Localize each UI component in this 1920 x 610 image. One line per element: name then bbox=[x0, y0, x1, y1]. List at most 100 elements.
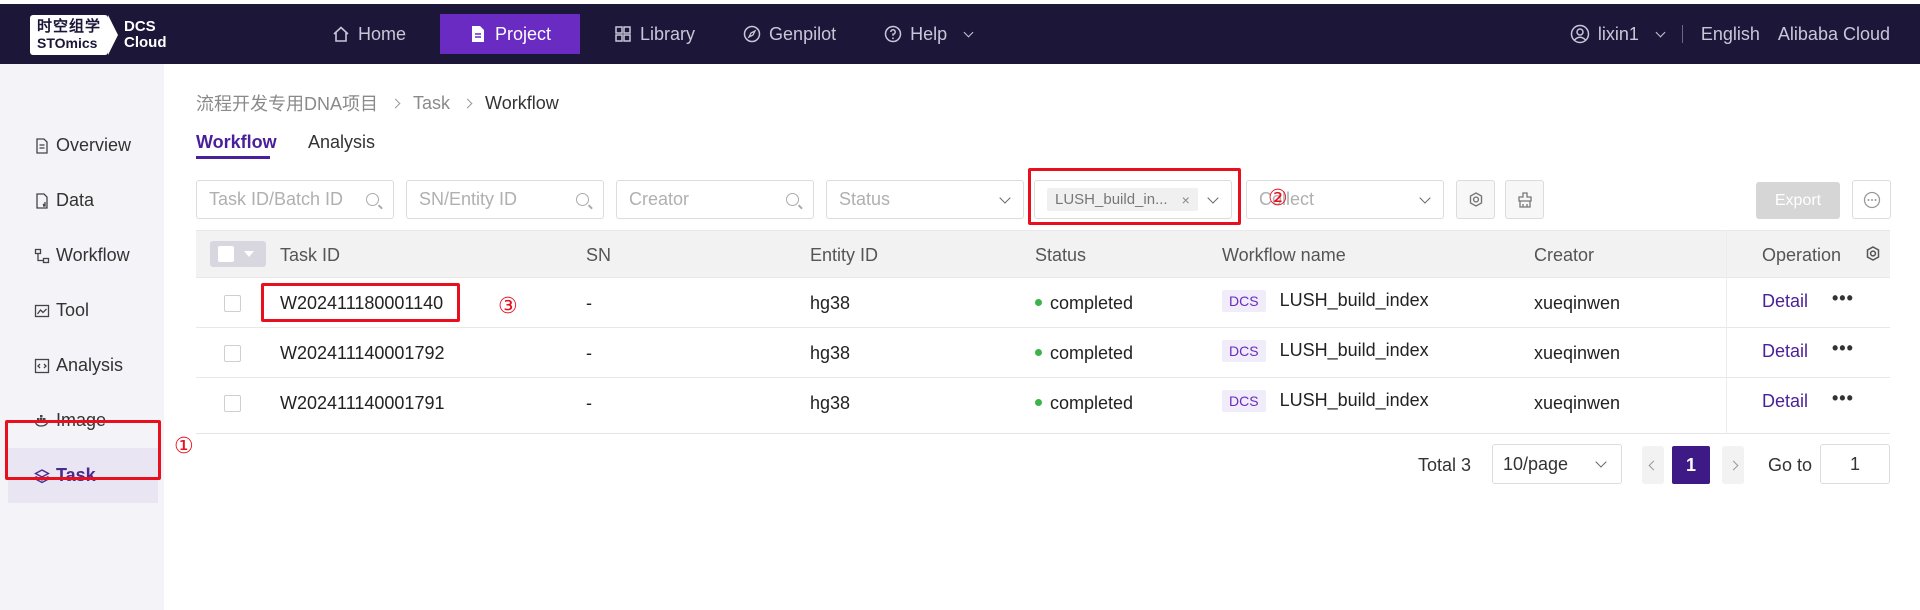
user-name: lixin1 bbox=[1597, 23, 1639, 44]
clear-filter-button[interactable] bbox=[1505, 180, 1544, 219]
sn-cell: - bbox=[586, 393, 592, 413]
user-menu[interactable]: lixin1 bbox=[1570, 23, 1666, 45]
task-id-cell[interactable]: W202411140001792 bbox=[280, 343, 444, 364]
logo-chevron-shape bbox=[108, 15, 119, 55]
detail-link[interactable]: Detail bbox=[1762, 341, 1808, 362]
table-header: Task ID SN Entity ID Status Workflow nam… bbox=[196, 230, 1890, 277]
sidebar-item-label: Workflow bbox=[56, 245, 130, 265]
chevron-right-icon bbox=[1728, 460, 1738, 470]
prev-page-button[interactable] bbox=[1642, 446, 1664, 484]
creator-cell: xueqinwen bbox=[1534, 393, 1621, 413]
row-checkbox[interactable] bbox=[224, 395, 241, 412]
status-dot-icon bbox=[1035, 399, 1042, 407]
logo-box: 时空组学 STOmics bbox=[30, 15, 109, 55]
status-select[interactable]: Status bbox=[826, 180, 1024, 219]
sidebar-item-workflow[interactable]: Workflow bbox=[8, 228, 158, 283]
sidebar-item-label: Overview bbox=[56, 135, 132, 155]
next-page-button[interactable] bbox=[1722, 446, 1744, 484]
task-table: Task ID SN Entity ID Status Workflow nam… bbox=[196, 230, 1890, 434]
logo[interactable]: 时空组学 STOmics DCS Cloud bbox=[30, 14, 167, 56]
sn-search-input[interactable]: SN/Entity ID bbox=[406, 180, 604, 219]
task-id-search-input[interactable]: Task ID/Batch ID bbox=[196, 180, 394, 219]
page-size-select[interactable]: 10/page bbox=[1492, 444, 1622, 484]
creator-cell: xueqinwen bbox=[1534, 343, 1621, 363]
tab-analysis[interactable]: Analysis bbox=[308, 132, 375, 153]
total-count: Total 3 bbox=[1418, 455, 1472, 475]
file-icon bbox=[36, 192, 48, 209]
more-actions-icon[interactable]: ••• bbox=[1832, 388, 1854, 409]
workflow-name-cell: DCS LUSH_build_index bbox=[1222, 390, 1429, 413]
goto-page-input[interactable]: 1 bbox=[1820, 444, 1890, 484]
row-checkbox[interactable] bbox=[224, 295, 241, 312]
workflow-icon bbox=[34, 248, 50, 263]
caret-down-icon bbox=[244, 251, 254, 257]
nav-home[interactable]: Home bbox=[318, 14, 420, 54]
nav-project[interactable]: Project bbox=[440, 14, 581, 54]
tab-workflow[interactable]: Workflow bbox=[196, 132, 277, 153]
header-entity-id: Entity ID bbox=[810, 245, 879, 265]
logo-product: DCS Cloud bbox=[124, 19, 167, 51]
detail-link[interactable]: Detail bbox=[1762, 291, 1808, 312]
dcs-badge: DCS bbox=[1222, 340, 1266, 363]
broom-icon bbox=[1517, 191, 1532, 208]
nav-library-label: Library bbox=[640, 23, 696, 44]
page-size-value: 10/page bbox=[1503, 453, 1569, 474]
annotation-box-workflow-filter bbox=[1028, 168, 1241, 225]
more-actions-icon[interactable]: ••• bbox=[1832, 288, 1854, 309]
creator-search-input[interactable]: Creator bbox=[616, 180, 814, 219]
workflow-name-cell: DCS LUSH_build_index bbox=[1222, 290, 1429, 313]
chevron-down-icon bbox=[999, 192, 1011, 204]
region-switch[interactable]: Alibaba Cloud bbox=[1778, 24, 1890, 45]
page-number-current[interactable]: 1 bbox=[1672, 446, 1710, 484]
sidebar-item-label: Data bbox=[56, 190, 95, 210]
dcs-badge: DCS bbox=[1222, 390, 1266, 413]
nav-library[interactable]: Library bbox=[600, 14, 709, 54]
task-id-cell[interactable]: W202411140001791 bbox=[280, 393, 444, 414]
entity-id-cell: hg38 bbox=[810, 393, 851, 413]
more-options-button[interactable] bbox=[1852, 180, 1891, 219]
table-row[interactable]: W202411140001791 - hg38 completed DCS LUS… bbox=[196, 377, 1890, 427]
logo-english: STOmics bbox=[37, 35, 98, 51]
sidebar-item-analysis[interactable]: Analysis bbox=[8, 338, 158, 393]
breadcrumb-project[interactable]: 流程开发专用DNA项目 bbox=[196, 90, 378, 116]
nav-project-label: Project bbox=[495, 23, 552, 44]
sidebar-item-label: Tool bbox=[56, 300, 90, 320]
table-row[interactable]: W202411140001792 - hg38 completed DCS LUS… bbox=[196, 327, 1890, 377]
creator-placeholder: Creator bbox=[629, 189, 690, 209]
workflow-name-cell: DCS LUSH_build_index bbox=[1222, 340, 1429, 363]
language-switch[interactable]: English bbox=[1701, 24, 1760, 45]
nav-help[interactable]: Help bbox=[870, 14, 986, 54]
chevron-right-icon bbox=[462, 98, 473, 108]
workflow-name-text: LUSH_build_index bbox=[1279, 390, 1429, 410]
header-workflow-name: Workflow name bbox=[1222, 245, 1346, 265]
sidebar-item-tool[interactable]: Tool bbox=[8, 283, 158, 338]
breadcrumb: 流程开发专用DNA项目 Task Workflow bbox=[196, 90, 559, 116]
nav-genpilot-label: Genpilot bbox=[769, 23, 837, 44]
nav-help-label: Help bbox=[910, 23, 948, 44]
breadcrumb-task[interactable]: Task bbox=[413, 93, 450, 114]
sn-cell: - bbox=[586, 343, 592, 363]
workflow-name-text: LUSH_build_index bbox=[1279, 340, 1429, 360]
chevron-down-icon bbox=[1595, 456, 1607, 468]
header-creator: Creator bbox=[1534, 245, 1595, 265]
export-button[interactable]: Export bbox=[1756, 182, 1840, 219]
nav-genpilot[interactable]: Genpilot bbox=[729, 14, 850, 54]
settings-filter-button[interactable] bbox=[1456, 180, 1495, 219]
status-dot-icon bbox=[1035, 349, 1042, 357]
row-checkbox[interactable] bbox=[224, 345, 241, 362]
more-actions-icon[interactable]: ••• bbox=[1832, 338, 1854, 359]
entity-id-cell: hg38 bbox=[810, 343, 851, 363]
sn-cell: - bbox=[586, 293, 592, 313]
chevron-down-icon bbox=[1419, 192, 1431, 204]
sidebar-item-data[interactable]: Data bbox=[8, 173, 158, 228]
task-id-placeholder: Task ID/Batch ID bbox=[209, 189, 344, 209]
detail-link[interactable]: Detail bbox=[1762, 391, 1808, 412]
column-settings-icon[interactable] bbox=[1864, 245, 1882, 263]
annotation-box-task bbox=[5, 420, 161, 480]
select-all-checkbox[interactable] bbox=[210, 241, 266, 267]
sidebar-item-overview[interactable]: Overview bbox=[8, 118, 158, 173]
search-icon bbox=[786, 193, 799, 206]
sn-placeholder: SN/Entity ID bbox=[419, 189, 518, 209]
dcs-badge: DCS bbox=[1222, 290, 1266, 313]
creator-cell: xueqinwen bbox=[1534, 293, 1621, 313]
